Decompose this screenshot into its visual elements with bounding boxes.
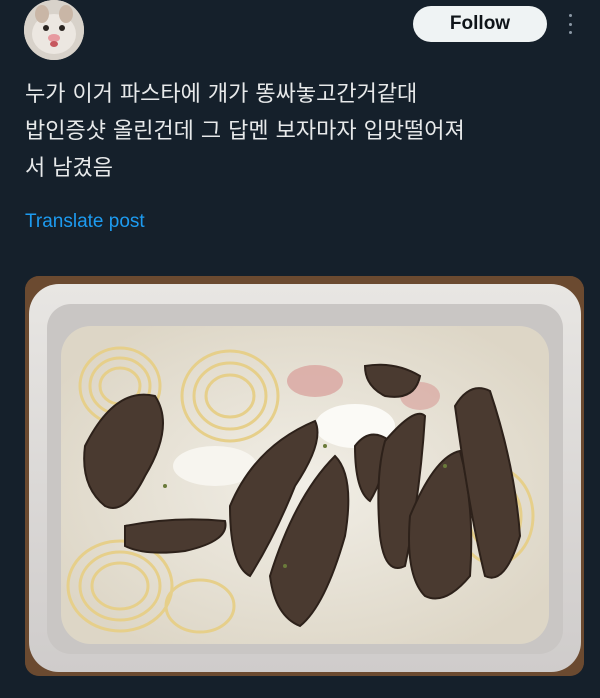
post-text-line: 누가 이거 파스타에 개가 똥싸놓고간거같대 bbox=[25, 82, 418, 107]
pasta-photo bbox=[25, 276, 584, 676]
avatar-image bbox=[24, 0, 84, 60]
post-text-line: 서 남겼음 bbox=[25, 156, 113, 181]
translate-post-link[interactable]: Translate post bbox=[25, 211, 145, 233]
avatar[interactable] bbox=[24, 0, 84, 60]
more-icon[interactable] bbox=[560, 10, 580, 38]
post-text: 누가 이거 파스타에 개가 똥싸놓고간거같대 밥인증샷 올린건데 그 답멘 보자… bbox=[25, 76, 585, 187]
post-media-image[interactable] bbox=[25, 276, 584, 676]
post-text-line: 밥인증샷 올린건데 그 답멘 보자마자 입맛떨어져 bbox=[25, 119, 465, 144]
follow-button[interactable]: Follow bbox=[413, 6, 547, 42]
